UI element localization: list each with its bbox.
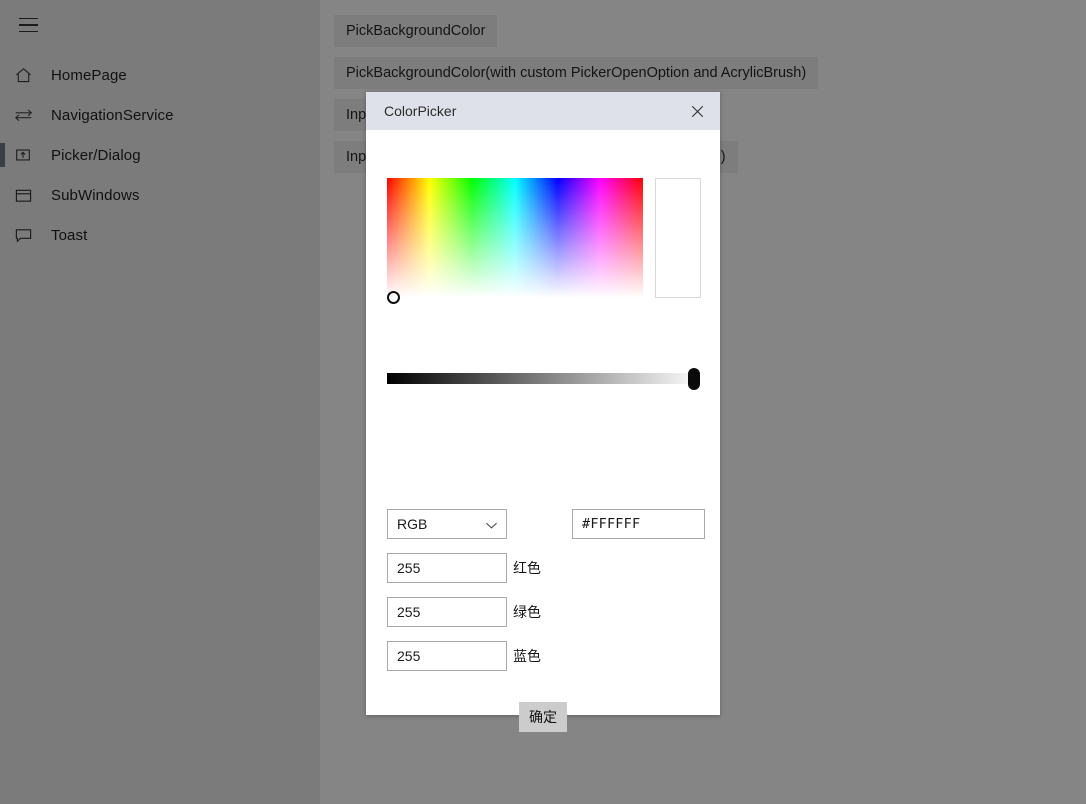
pick-background-color-custom-button[interactable]: PickBackgroundColor(with custom PickerOp… <box>334 57 819 89</box>
sidebar-item-picker-dialog[interactable]: Picker/Dialog <box>0 135 320 175</box>
transfer-arrows-icon <box>14 103 44 127</box>
color-preview-swatch <box>655 178 701 298</box>
dialog-body: RGB 红色 绿色 蓝色 确定 <box>366 130 720 732</box>
speech-bubble-icon <box>14 223 44 247</box>
sidebar-item-homepage[interactable]: HomePage <box>0 55 320 95</box>
window-icon <box>14 183 44 207</box>
sidebar-item-toast[interactable]: Toast <box>0 215 320 255</box>
brightness-slider-thumb[interactable] <box>688 368 700 390</box>
hamburger-menu-icon[interactable] <box>8 6 48 44</box>
blue-channel-label: 蓝色 <box>513 648 541 664</box>
hue-saturation-gradient[interactable] <box>387 178 643 298</box>
sidebar-item-label: Toast <box>51 226 88 244</box>
hamburger-line-2 <box>18 24 38 26</box>
close-icon[interactable] <box>674 92 720 130</box>
hex-color-input[interactable] <box>572 509 705 539</box>
brightness-slider-track[interactable] <box>387 373 701 384</box>
sidebar-item-label: SubWindows <box>51 186 140 204</box>
blue-channel-input[interactable] <box>387 641 507 671</box>
saturation-value-picker[interactable] <box>387 178 643 304</box>
sidebar-item-label: NavigationService <box>51 106 174 124</box>
pick-background-color-button[interactable]: PickBackgroundColor <box>334 15 498 47</box>
navigation-sidebar: HomePage NavigationService Picker/Dialog… <box>0 0 320 804</box>
color-mode-select[interactable]: RGB <box>387 509 507 539</box>
green-channel-input[interactable] <box>387 597 507 627</box>
open-in-box-icon <box>14 143 44 167</box>
color-picker-dialog: ColorPicker RGB #FFFFFF 255 红色 255 绿色 25… <box>366 92 720 732</box>
application-window: HomePage NavigationService Picker/Dialog… <box>0 0 1086 804</box>
red-channel-input[interactable] <box>387 553 507 583</box>
red-channel-label: 红色 <box>513 560 541 576</box>
color-mode-value: RGB <box>397 516 428 532</box>
confirm-button[interactable]: 确定 <box>519 702 567 732</box>
dialog-titlebar: ColorPicker <box>366 92 720 130</box>
sidebar-item-subwindows[interactable]: SubWindows <box>0 175 320 215</box>
home-icon <box>14 63 44 87</box>
hamburger-line-1 <box>18 17 38 20</box>
color-selector-thumb[interactable] <box>387 291 400 304</box>
sidebar-item-label: HomePage <box>51 66 127 84</box>
green-channel-label: 绿色 <box>513 604 541 620</box>
hamburger-line-3 <box>18 30 38 33</box>
sidebar-item-navigationservice[interactable]: NavigationService <box>0 95 320 135</box>
chevron-down-icon <box>485 510 498 540</box>
sidebar-item-label: Picker/Dialog <box>51 146 141 164</box>
brightness-slider[interactable] <box>387 368 701 390</box>
dialog-title: ColorPicker <box>384 103 457 119</box>
sidebar-item-list: HomePage NavigationService Picker/Dialog… <box>0 55 320 255</box>
